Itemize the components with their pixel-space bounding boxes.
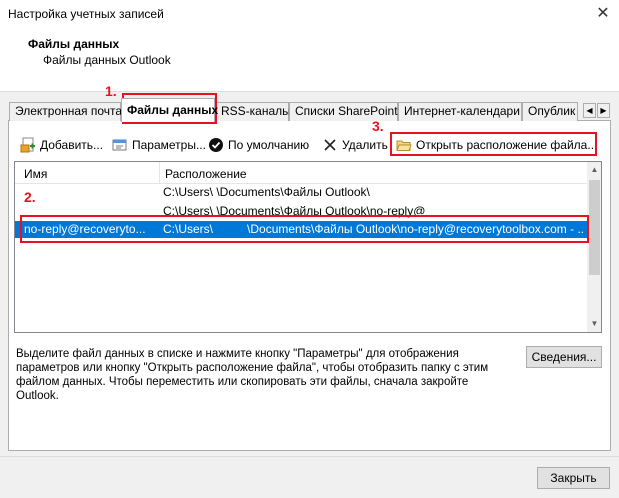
tab-email[interactable]: Электронная почта xyxy=(9,102,122,121)
list-item[interactable]: C:\Users\ \Documents\Файлы Outlook\ xyxy=(15,184,587,201)
footer-divider xyxy=(0,456,619,457)
list-vertical-scrollbar[interactable]: ▲ ▼ xyxy=(587,162,601,332)
scroll-down-icon[interactable]: ▼ xyxy=(587,316,601,332)
column-header-name[interactable]: Имя xyxy=(24,165,47,183)
add-button[interactable]: Добавить... xyxy=(20,136,103,154)
tab-published[interactable]: Опублик xyxy=(522,102,578,121)
annotation-box-open-location xyxy=(390,132,597,156)
scrollbar-thumb[interactable] xyxy=(589,180,600,275)
close-window-button[interactable]: ✕ xyxy=(592,3,614,25)
delete-label: Удалить xyxy=(342,138,388,152)
page-subtitle: Файлы данных Outlook xyxy=(43,53,171,67)
tab-scroll-right-icon[interactable]: ▶ xyxy=(597,103,610,118)
set-default-label: По умолчанию xyxy=(228,138,310,152)
column-divider[interactable] xyxy=(159,162,160,184)
close-icon: ✕ xyxy=(596,5,610,22)
tab-rss[interactable]: RSS-каналы xyxy=(215,102,291,121)
set-default-button[interactable]: По умолчанию xyxy=(208,136,309,154)
settings-label: Параметры... xyxy=(132,138,206,152)
column-header-location[interactable]: Расположение xyxy=(165,165,247,183)
checkmark-icon xyxy=(208,137,224,153)
tab-data-files[interactable]: Файлы данных xyxy=(121,98,218,122)
tab-scroll-left-icon[interactable]: ◀ xyxy=(583,103,596,118)
scroll-up-icon[interactable]: ▲ xyxy=(587,162,601,178)
close-button[interactable]: Закрыть xyxy=(537,467,610,489)
annotation-box-selected-row xyxy=(20,215,589,243)
list-header: Имя Расположение xyxy=(15,162,587,184)
add-label: Добавить... xyxy=(40,138,104,152)
settings-button[interactable]: Параметры... xyxy=(112,136,206,154)
details-button[interactable]: Сведения... xyxy=(526,346,602,368)
page-title: Файлы данных xyxy=(28,37,120,51)
list-item-location: C:\Users\ \Documents\Файлы Outlook\ xyxy=(163,185,370,199)
add-file-icon xyxy=(20,137,36,153)
data-files-list[interactable]: Имя Расположение C:\Users\ \Documents\Фа… xyxy=(14,161,602,333)
annotation-step-3: 3. xyxy=(372,118,384,134)
settings-icon xyxy=(112,137,128,153)
annotation-step-2: 2. xyxy=(24,189,36,205)
annotation-step-1: 1. xyxy=(105,83,117,99)
delete-icon xyxy=(322,137,338,153)
delete-button[interactable]: Удалить xyxy=(322,136,388,154)
window-title: Настройка учетных записей xyxy=(8,7,164,21)
help-description: Выделите файл данных в списке и нажмите … xyxy=(16,348,489,402)
tab-internet-calendars[interactable]: Интернет-календари xyxy=(398,102,522,121)
